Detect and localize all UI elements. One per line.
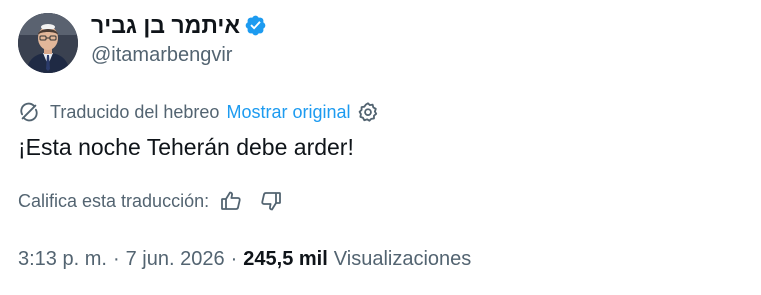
tweet-time[interactable]: 3:13 p. m. bbox=[18, 248, 107, 271]
views-label: Visualizaciones bbox=[333, 247, 472, 270]
avatar[interactable] bbox=[18, 13, 78, 73]
translated-from-label: Traducido del hebreo bbox=[50, 101, 220, 122]
rate-translation-label: Califica esta traducción: bbox=[18, 190, 210, 211]
gear-icon[interactable] bbox=[357, 101, 379, 123]
thumbs-up-icon[interactable] bbox=[219, 189, 243, 213]
show-original-link[interactable]: Mostrar original bbox=[226, 102, 350, 123]
author-name-row: איתמר בן גביר bbox=[91, 10, 267, 40]
verified-badge-icon[interactable] bbox=[244, 14, 267, 37]
avatar-image bbox=[18, 13, 78, 73]
tweet-meta: 3:13 p. m. · 7 jun. 2026 · 245,5 mil Vis… bbox=[18, 245, 471, 273]
translation-row: Traducido del hebreo Mostrar original bbox=[18, 99, 379, 125]
tweet-card: איתמר בן גביר @itamarbengvir Traducido d… bbox=[0, 0, 761, 295]
meta-separator: · bbox=[230, 247, 238, 270]
author-display-name[interactable]: איתמר בן גביר bbox=[91, 12, 240, 39]
tweet-date[interactable]: 7 jun. 2026 bbox=[126, 248, 225, 271]
rate-translation-row: Califica esta traducción: bbox=[18, 188, 283, 214]
tweet-text: ¡Esta noche Teherán debe arder! bbox=[18, 134, 354, 160]
translate-icon bbox=[18, 101, 40, 123]
thumbs-down-icon[interactable] bbox=[259, 189, 283, 213]
author-handle[interactable]: @itamarbengvir bbox=[91, 44, 232, 67]
views-count: 245,5 mil bbox=[243, 247, 328, 270]
meta-separator: · bbox=[112, 247, 120, 270]
